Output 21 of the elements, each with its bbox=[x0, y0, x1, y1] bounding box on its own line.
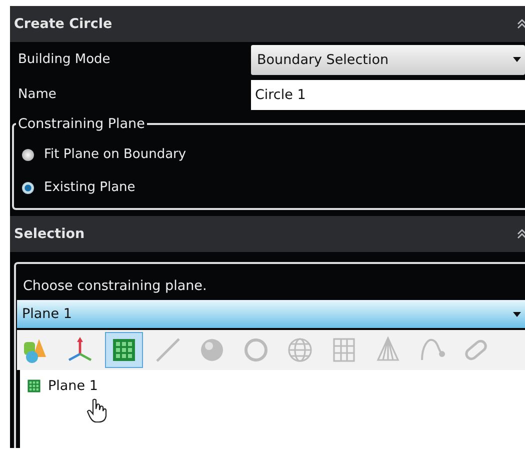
field-label: Building Mode bbox=[18, 52, 112, 67]
group-title: Constraining Plane bbox=[17, 116, 146, 132]
field-label: Name bbox=[18, 87, 58, 102]
name-input[interactable]: Circle 1 bbox=[251, 80, 525, 110]
section-header[interactable]: Create Circle bbox=[10, 6, 525, 42]
grid-plane-icon bbox=[26, 378, 42, 394]
radio-button[interactable] bbox=[22, 182, 34, 194]
section-header[interactable]: Selection bbox=[10, 216, 525, 252]
hand-cursor-icon bbox=[86, 398, 108, 424]
mode-dropdown[interactable]: Boundary Selection bbox=[251, 44, 525, 74]
radio-button[interactable] bbox=[22, 148, 34, 160]
plane-dropdown[interactable]: Plane 1 bbox=[17, 300, 525, 328]
radio-label: Fit Plane on Boundary bbox=[44, 147, 186, 162]
section-title: Create Circle bbox=[14, 16, 112, 32]
grid-plane-icon[interactable] bbox=[105, 332, 143, 368]
prompt-text: Choose constraining plane. bbox=[22, 278, 208, 296]
collapse-icon[interactable] bbox=[517, 229, 525, 239]
section-title: Selection bbox=[14, 226, 85, 242]
list-item[interactable]: Plane 1 bbox=[48, 378, 98, 394]
radio-label: Existing Plane bbox=[44, 180, 136, 195]
collapse-icon[interactable] bbox=[517, 19, 525, 29]
